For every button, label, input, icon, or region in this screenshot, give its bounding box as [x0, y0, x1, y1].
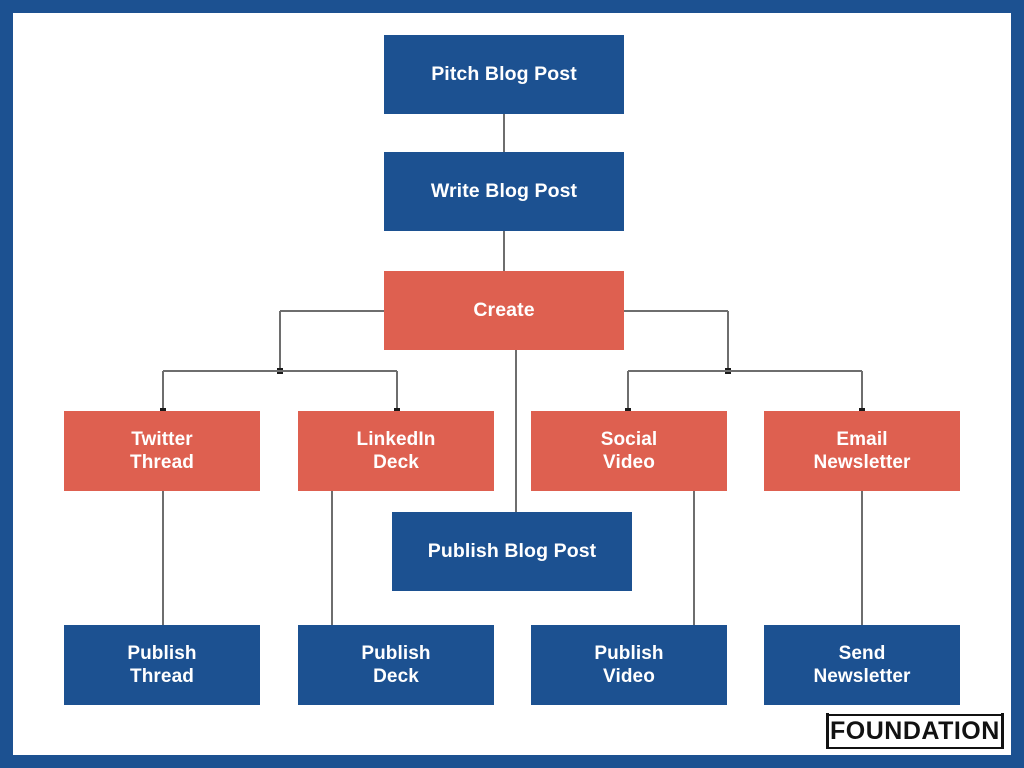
- node-label: Publish Video: [594, 642, 664, 687]
- node-label: Create: [473, 298, 535, 321]
- foundation-logo: FOUNDATION: [826, 713, 1004, 749]
- logo-bracket-right: [1000, 713, 1004, 749]
- node-email-newsletter[interactable]: Email Newsletter: [764, 411, 960, 491]
- flowchart-diagram: Pitch Blog Post Write Blog Post Create Twit…: [0, 0, 1024, 768]
- node-linkedin-deck[interactable]: LinkedIn Deck: [298, 411, 494, 491]
- node-label: Email Newsletter: [813, 428, 911, 473]
- node-label: Social Video: [600, 428, 658, 473]
- node-social-video[interactable]: Social Video: [531, 411, 727, 491]
- node-label: Twitter Thread: [130, 428, 194, 473]
- flowchart-canvas: Pitch Blog Post Write Blog Post Create Twit…: [0, 0, 1024, 768]
- node-label: Write Blog Post: [430, 179, 578, 202]
- node-label: LinkedIn Deck: [356, 428, 436, 473]
- node-create[interactable]: Create: [384, 271, 624, 350]
- node-publish-blog-post[interactable]: Publish Blog Post: [392, 512, 632, 591]
- node-publish-deck[interactable]: Publish Deck: [298, 625, 494, 705]
- node-send-newsletter[interactable]: Send Newsletter: [764, 625, 960, 705]
- node-publish-video[interactable]: Publish Video: [531, 625, 727, 705]
- node-label: Pitch Blog Post: [431, 62, 577, 85]
- node-label: Publish Blog Post: [427, 539, 597, 562]
- node-label: Publish Deck: [361, 642, 431, 687]
- node-label: Publish Thread: [127, 642, 197, 687]
- node-pitch-blog-post[interactable]: Pitch Blog Post: [384, 35, 624, 114]
- logo-text: FOUNDATION: [829, 713, 1001, 749]
- node-twitter-thread[interactable]: Twitter Thread: [64, 411, 260, 491]
- node-label: Send Newsletter: [813, 642, 911, 687]
- node-write-blog-post[interactable]: Write Blog Post: [384, 152, 624, 231]
- node-publish-thread[interactable]: Publish Thread: [64, 625, 260, 705]
